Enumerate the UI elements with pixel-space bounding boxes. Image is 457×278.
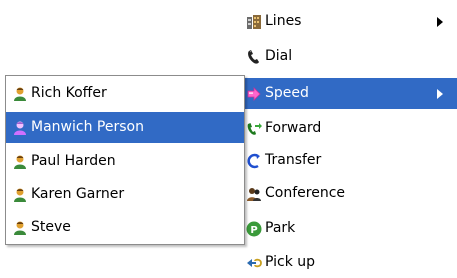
svg-text:P: P [250,225,257,236]
contact-icon [12,187,28,203]
contact-item-karen-garner[interactable]: Karen Garner [6,179,244,210]
forward-icon [246,121,262,137]
menu-item-label: Park [265,220,296,236]
contact-icon [12,120,28,136]
contact-label: Rich Koffer [31,85,107,101]
phone-icon [246,49,262,65]
menu-item-pickup[interactable]: Pick up [240,247,457,278]
contact-label: Manwich Person [31,119,144,135]
speed-submenu: Rich Koffer Manwich Person Paul Harden K… [5,75,245,245]
menu-item-label: Speed [265,85,309,101]
menu-item-dial[interactable]: Dial [240,41,457,72]
submenu-arrow-icon [437,88,443,99]
menu-item-label: Conference [265,185,346,201]
contact-icon [12,220,28,236]
menu-item-conference[interactable]: Conference [240,178,457,209]
transfer-icon [246,153,262,169]
menu-item-speed[interactable]: Speed [240,78,457,109]
menu-item-forward[interactable]: Forward [240,113,457,144]
submenu-arrow-icon [437,16,443,27]
contact-icon [12,154,28,170]
menu-item-label: Lines [265,13,302,29]
menu-item-label: Pick up [265,254,316,270]
contact-icon [12,86,28,102]
menu-item-lines[interactable]: Lines [240,6,457,37]
menu-item-label: Forward [265,120,322,136]
contact-item-steve[interactable]: Steve [6,212,244,243]
conference-icon [246,186,262,202]
menu-item-transfer[interactable]: Transfer [240,145,457,176]
contact-item-manwich-person[interactable]: Manwich Person [6,112,244,143]
contact-item-rich-koffer[interactable]: Rich Koffer [6,78,244,109]
contact-item-paul-harden[interactable]: Paul Harden [6,146,244,177]
contact-label: Steve [31,219,71,235]
pickup-icon [246,255,262,271]
lines-icon [246,14,262,30]
menu-item-label: Transfer [265,152,322,168]
contact-label: Paul Harden [31,153,116,169]
menu-item-label: Dial [265,48,293,64]
park-icon: P [246,221,262,237]
context-menu: Lines Dial Speed Forward Transfer Confer… [240,0,457,276]
menu-item-park[interactable]: P Park [240,213,457,244]
speed-icon [246,86,262,102]
contact-label: Karen Garner [31,186,125,202]
